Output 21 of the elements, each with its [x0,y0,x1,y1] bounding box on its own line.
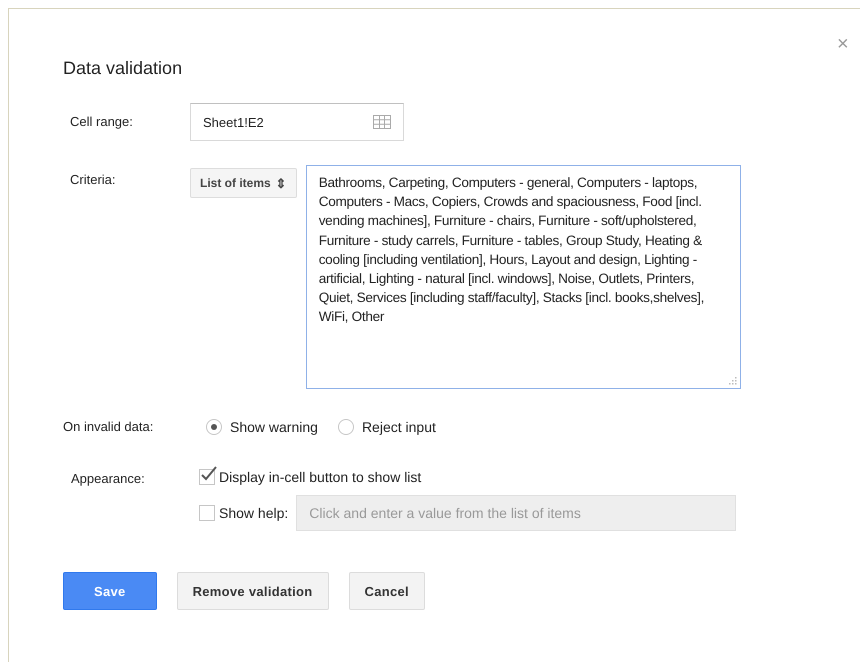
field-label: On invalid data: [63,418,154,436]
option-label: Show warning [230,419,318,435]
checkbox[interactable] [199,469,215,485]
radio-button[interactable] [206,419,222,435]
checkbox[interactable] [199,505,215,521]
field-label: Appearance: [70,470,146,488]
dialog-title: Data validation [63,58,184,79]
criteria-select[interactable]: List of items ⇕ [190,168,297,198]
option-label: Reject input [362,419,436,435]
help-text-field[interactable]: Click and enter a value from the list of items [296,495,736,531]
dialog-button[interactable]: Cancel [348,572,425,610]
dialog-button[interactable]: Remove validation [176,572,329,610]
list-items-field[interactable]: Bathrooms, Carpeting, Computers - general, Computers - laptops, Computers - Macs, Copiers, Crowds and spaciousness, Food [incl. vending machines], Furniture - chairs, Furniture - soft/upholstered, Furniture - study carrels, Furniture - tables, Group Study, Heating & cooling [including ventilation], Hours, Layout and design, Lighting - artificial, Lighting - natural [incl. windows], Noise, Outlets, Printers, Quiet, Services [including staff/faculty], Stacks [incl. books,shelves], WiFi, Other [306,165,741,389]
field-label: Cell range: [69,113,134,131]
resize-grip-icon[interactable] [728,377,737,385]
option-label: Display in-cell button to show list [219,469,422,485]
field-label: Criteria: [69,171,117,189]
grid-icon[interactable] [373,115,391,129]
option-label: Show help: [219,505,288,521]
radio-button[interactable] [338,419,354,435]
cell-range-field[interactable]: Sheet1!E2 [190,103,404,141]
